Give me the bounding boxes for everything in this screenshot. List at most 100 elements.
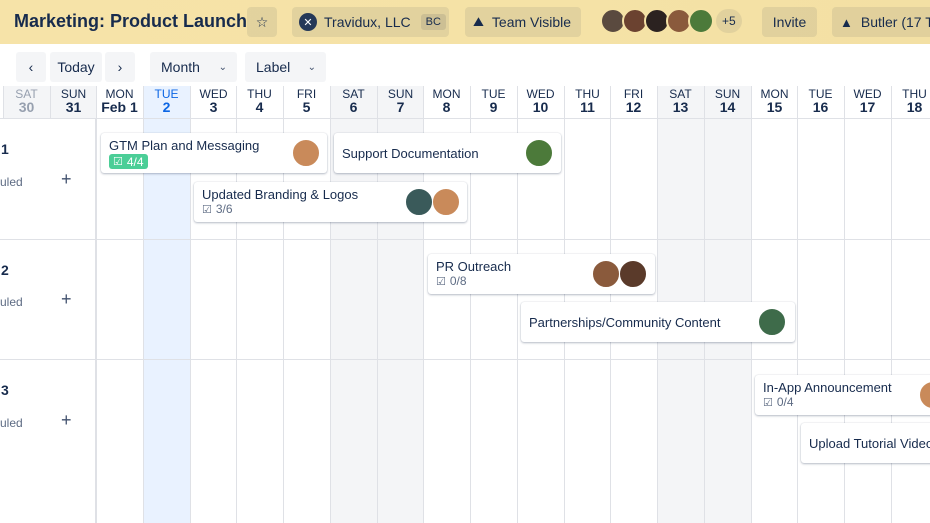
row-divider [0,359,930,360]
day-number: 4 [255,99,264,115]
row-sublabel: uled [0,175,23,189]
member-avatar[interactable] [758,308,786,336]
row-sublabel: uled [0,416,23,430]
day-header: FRI 12 [610,88,657,115]
butler-label: Butler (17 T [860,14,930,30]
member-avatar[interactable] [525,139,553,167]
visibility-button[interactable]: ⛰ Team Visible [465,7,581,37]
header-divider [0,118,930,119]
day-number: 17 [859,99,876,115]
day-number: 12 [625,99,642,115]
card-upload-tutorial-video[interactable]: Upload Tutorial Video [801,423,930,463]
card-title: In-App Announcement [763,380,892,395]
day-header: SAT 13 [657,88,704,115]
card-pr-outreach[interactable]: PR Outreach ☑ 0/8 [428,254,655,294]
checklist-badge: ☑ 3/6 [202,202,233,216]
butler-button[interactable]: ▲ Butler (17 T [832,7,930,37]
day-header: FRI 5 [283,88,330,115]
today-button[interactable]: Today [50,52,102,82]
card-title: Updated Branding & Logos [202,187,359,202]
row-label: 3 [1,382,9,398]
day-number: 31 [65,99,82,115]
member-avatar[interactable] [688,8,714,34]
day-number: 6 [349,99,358,115]
board-header: Marketing: Product Launch ☆ ✕ Travidux, … [0,0,930,44]
workspace-name: Travidux, LLC [324,14,411,30]
invite-button[interactable]: Invite [762,7,817,37]
board-members: +5 [600,8,742,34]
today-label: Today [57,59,95,75]
more-members-count[interactable]: +5 [716,9,742,33]
card-partnerships[interactable]: Partnerships/Community Content [521,302,795,342]
add-card-button[interactable]: + [61,169,72,190]
day-number: 10 [532,99,549,115]
day-header: SUN 31 [50,88,97,115]
team-visible-icon: ⛰ [473,14,484,29]
day-number: 11 [580,99,595,115]
chevron-right-icon: › [117,59,123,75]
day-number: 18 [906,99,923,115]
card-in-app-announcement[interactable]: In-App Announcement ☑ 0/4 [755,375,930,415]
member-avatar[interactable] [619,260,647,288]
day-number: 3 [209,99,218,115]
day-number: 2 [162,99,171,115]
card-updated-branding[interactable]: Updated Branding & Logos ☑ 3/6 [194,182,467,222]
day-number: 13 [672,99,689,115]
day-header: MON 8 [423,88,470,115]
star-board-button[interactable]: ☆ [247,7,277,37]
member-avatar[interactable] [432,188,460,216]
visibility-label: Team Visible [491,14,572,30]
day-header: MON 15 [751,88,798,115]
checklist-icon: ☑ [763,396,773,409]
card-title: PR Outreach [436,259,512,274]
day-header-today: TUE 2 [143,88,190,115]
day-header: SAT 30 [3,88,50,115]
checklist-badge: ☑ 4/4 [109,154,148,169]
day-header: THU 4 [236,88,283,115]
member-avatar[interactable] [405,188,433,216]
group-label: Label [256,59,291,75]
day-header: WED 17 [844,88,891,115]
previous-period-button[interactable]: ‹ [16,52,46,82]
day-number: 16 [812,99,829,115]
view-select[interactable]: Month ⌄ [150,52,237,82]
add-card-button[interactable]: + [61,289,72,310]
card-title: Upload Tutorial Video [809,436,930,451]
card-title: Support Documentation [342,146,479,161]
card-title: GTM Plan and Messaging [109,138,260,153]
add-card-button[interactable]: + [61,410,72,431]
day-number: 9 [489,99,498,115]
day-number: 8 [442,99,451,115]
card-support-documentation[interactable]: Support Documentation [334,133,561,173]
day-number: 5 [302,99,311,115]
day-header: SAT 6 [330,88,377,115]
day-header: WED 3 [190,88,237,115]
group-by-select[interactable]: Label ⌄ [245,52,326,82]
member-avatar[interactable] [919,381,930,409]
next-period-button[interactable]: › [105,52,135,82]
workspace-logo-icon: ✕ [299,13,317,31]
day-header: SUN 14 [704,88,751,115]
workspace-button[interactable]: ✕ Travidux, LLC BC [292,7,449,37]
star-icon: ☆ [255,13,269,30]
board-title[interactable]: Marketing: Product Launch [14,11,247,32]
card-gtm-plan[interactable]: GTM Plan and Messaging ☑ 4/4 [101,133,327,173]
day-number: Feb 1 [101,99,138,115]
member-avatar[interactable] [592,260,620,288]
day-number: 7 [396,99,405,115]
day-header: SUN 7 [377,88,424,115]
member-avatar[interactable] [292,139,320,167]
day-number: 30 [18,99,35,115]
chevron-down-icon: ⌄ [307,61,316,73]
row-divider [0,239,930,240]
invite-label: Invite [772,14,807,30]
day-header: THU 18 [891,88,930,115]
row-label: 1 [1,141,9,157]
day-header: THU 11 [564,88,611,115]
checklist-count: 4/4 [126,154,144,169]
chevron-down-icon: ⌄ [218,61,227,73]
day-number: 15 [766,99,783,115]
checklist-count: 0/4 [776,395,794,409]
row-sublabel: uled [0,295,23,309]
butler-icon: ▲ [840,14,853,30]
